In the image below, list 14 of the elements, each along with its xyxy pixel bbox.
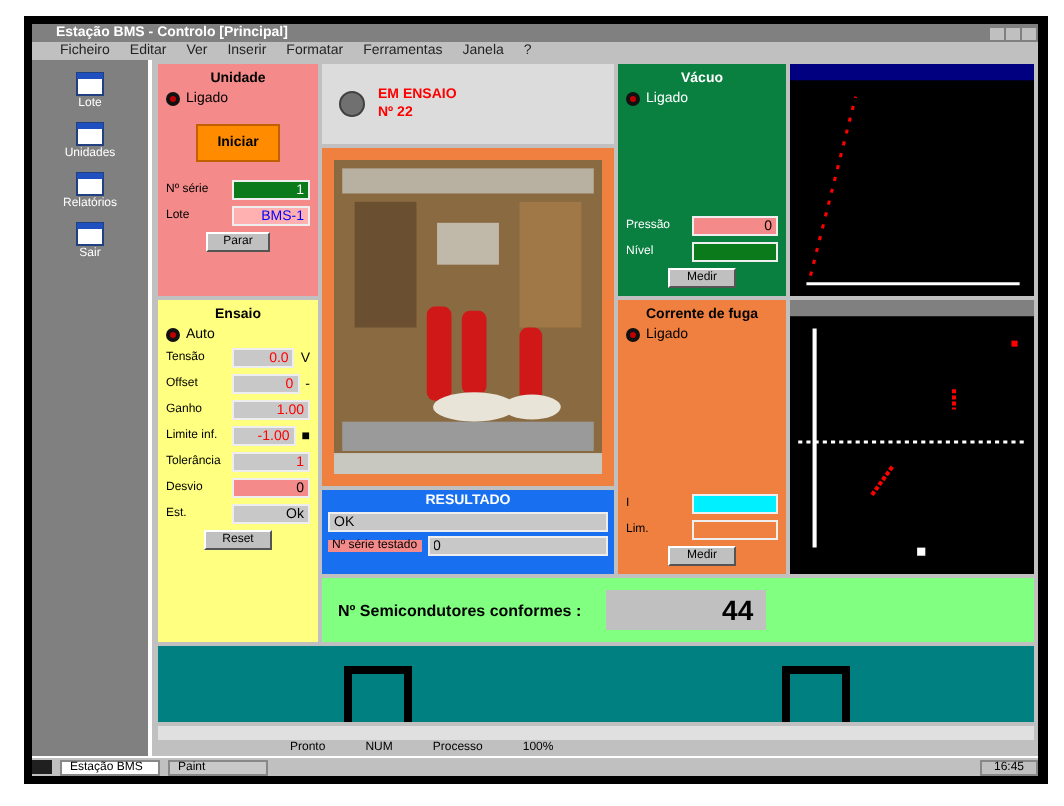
window-icon <box>75 122 104 146</box>
maximize-button[interactable] <box>1006 27 1020 39</box>
minimize-button[interactable] <box>990 27 1004 39</box>
window-icon <box>76 72 104 96</box>
scroll-bar[interactable] <box>158 726 1034 740</box>
input-field[interactable] <box>692 520 778 540</box>
count-label: Nº Semicondutores conformes : <box>338 601 582 619</box>
close-button[interactable] <box>1022 27 1036 39</box>
count-value: 44 <box>605 590 766 630</box>
window-icon <box>75 172 104 196</box>
window-icon <box>76 222 104 246</box>
start-icon[interactable] <box>32 760 52 774</box>
input-field[interactable] <box>692 242 778 262</box>
input-field[interactable] <box>692 494 778 514</box>
